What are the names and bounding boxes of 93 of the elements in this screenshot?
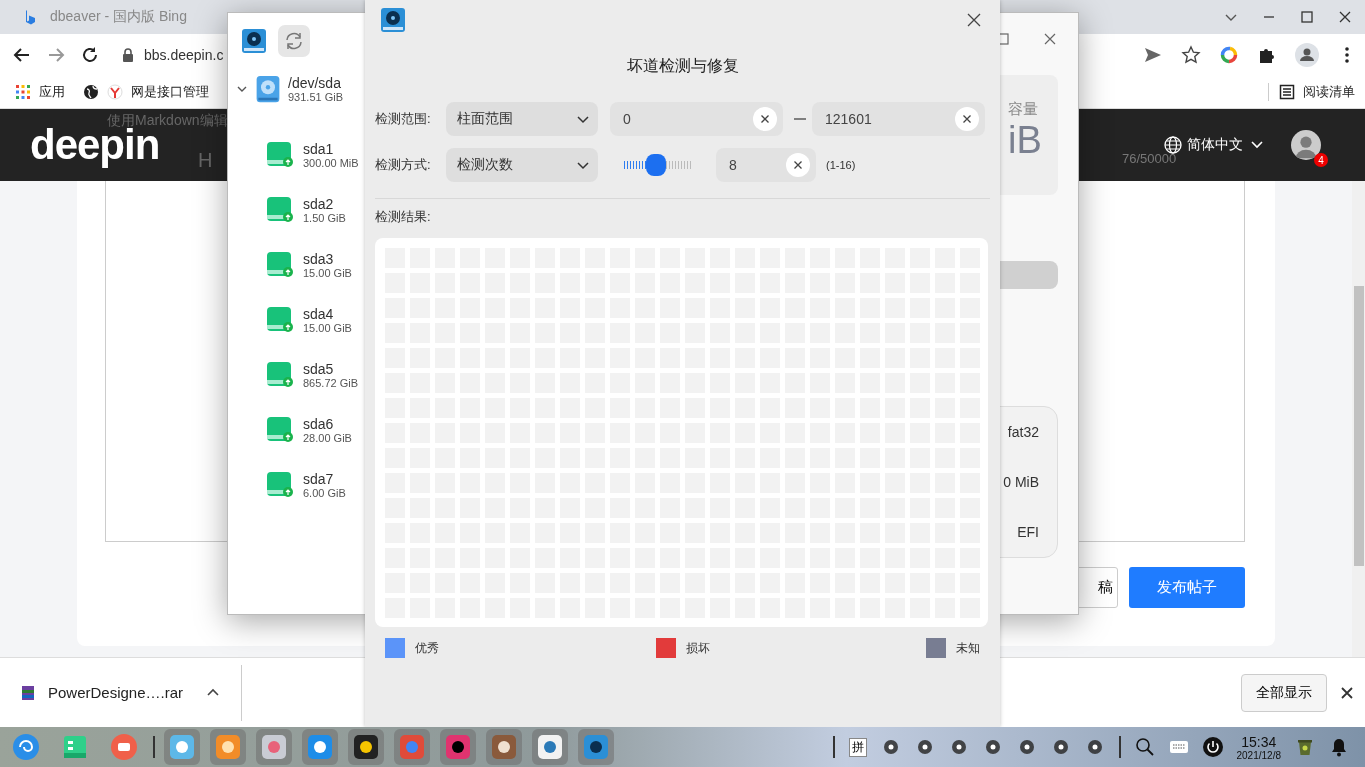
partition-name: sda6 xyxy=(303,415,335,432)
disk-item[interactable]: /dev/sda 931.51 GiB xyxy=(228,69,366,109)
partition-item[interactable]: sda2 1.50 GiB xyxy=(228,182,366,237)
bell-icon[interactable] xyxy=(1329,737,1349,757)
list-icon[interactable] xyxy=(1279,83,1295,100)
lock-icon xyxy=(120,46,136,63)
capacity-value: iB xyxy=(1008,119,1042,162)
legend-label: 未知 xyxy=(956,639,980,657)
info-value: 0 MiB xyxy=(1003,473,1040,492)
y-logo-icon xyxy=(107,83,123,100)
partition-name: sda7 xyxy=(303,470,335,487)
legend-label: 损坏 xyxy=(685,639,710,657)
slider-handle[interactable] xyxy=(645,154,666,176)
capacity-label: 容量 xyxy=(1008,100,1038,119)
refresh-button[interactable] xyxy=(278,25,310,57)
download-file-name[interactable]: PowerDesigne….rar xyxy=(48,684,184,701)
partition-name: sda1 xyxy=(303,140,335,157)
drive-icon xyxy=(266,415,294,444)
character-count: 76/50000 xyxy=(1122,151,1177,166)
close-icon[interactable] xyxy=(1339,684,1355,701)
language-selector[interactable]: 简体中文 xyxy=(1187,136,1243,154)
partition-name: sda4 xyxy=(303,305,335,322)
drive-icon xyxy=(266,195,294,224)
close-icon[interactable] xyxy=(1042,31,1058,47)
result-label: 检测结果: xyxy=(375,208,432,226)
reading-list-link[interactable]: 阅读清单 xyxy=(1303,82,1355,101)
record-icon[interactable] xyxy=(110,733,138,761)
maximize-icon[interactable] xyxy=(1299,9,1315,25)
archive-file-icon xyxy=(20,684,36,701)
trash-bin-icon[interactable] xyxy=(1295,737,1315,757)
editor-hint: 使用Markdown编辑 xyxy=(107,112,228,128)
clock-date[interactable]: 2021/12/8 xyxy=(1236,749,1281,761)
profile-icon[interactable] xyxy=(1295,42,1319,67)
partition-size: 15.00 GiB xyxy=(303,266,352,279)
close-icon[interactable] xyxy=(966,12,982,28)
close-icon[interactable] xyxy=(1337,9,1353,25)
range-end-field[interactable]: 121601 xyxy=(812,102,985,136)
ring-icon[interactable] xyxy=(1219,44,1239,65)
partition-item[interactable]: sda3 15.00 GiB xyxy=(228,237,366,292)
drive-icon xyxy=(266,470,294,499)
partition-item[interactable]: sda7 6.00 GiB xyxy=(228,457,366,512)
field-label: 检测方式: xyxy=(375,156,432,174)
range-dash-icon xyxy=(794,117,806,121)
save-draft-button[interactable]: 稿 xyxy=(1076,567,1118,608)
drive-icon xyxy=(266,360,294,389)
address-bar-text[interactable]: bbs.deepin.c xyxy=(144,46,224,63)
times-field[interactable]: 8 xyxy=(716,148,816,182)
publish-button[interactable]: 发布帖子 xyxy=(1129,567,1245,608)
disk-name: /dev/sda xyxy=(288,75,342,91)
bookmark-link[interactable]: 应用 xyxy=(39,82,65,101)
drive-icon xyxy=(266,140,294,169)
partition-size: 300.00 MiB xyxy=(303,156,359,169)
apps-grid-icon[interactable] xyxy=(15,83,31,100)
drive-icon xyxy=(266,250,294,279)
notification-badge: 4 xyxy=(1314,153,1328,167)
globe-icon xyxy=(1163,135,1183,155)
method-dropdown[interactable]: 检测次数 xyxy=(446,148,598,182)
bookmark-link[interactable]: 网是接口管理 xyxy=(131,82,209,101)
launcher-icon[interactable] xyxy=(12,733,40,761)
file-manager-icon[interactable] xyxy=(61,733,89,761)
range-start-field[interactable]: 0 xyxy=(610,102,783,136)
globe-icon[interactable] xyxy=(83,83,99,100)
partition-size: 865.72 GiB xyxy=(303,376,359,389)
show-all-button[interactable]: 全部显示 xyxy=(1241,673,1327,712)
power-icon[interactable] xyxy=(1202,737,1223,757)
clear-button[interactable] xyxy=(786,153,810,177)
partition-name: sda3 xyxy=(303,250,335,267)
info-value: fat32 xyxy=(1007,423,1040,442)
scrollbar[interactable] xyxy=(1352,181,1365,657)
partition-name: sda5 xyxy=(303,360,335,377)
partition-size: 15.00 GiB xyxy=(303,321,352,334)
drive-icon xyxy=(266,305,294,334)
info-value: EFI xyxy=(1017,523,1040,542)
clear-button[interactable] xyxy=(753,107,777,131)
field-label: 检测范围: xyxy=(375,110,432,128)
partition-size: 6.00 GiB xyxy=(303,486,346,499)
legend-label: 优秀 xyxy=(415,639,439,657)
partition-item[interactable]: sda1 300.00 MiB xyxy=(228,127,366,182)
clock-time[interactable]: 15:34 xyxy=(1241,733,1277,750)
disk-size: 931.51 GiB xyxy=(288,91,344,103)
dialog-title: 坏道检测与修复 xyxy=(625,56,740,76)
partition-item[interactable]: sda4 15.00 GiB xyxy=(228,292,366,347)
partition-name: sda2 xyxy=(303,195,335,212)
range-mode-dropdown[interactable]: 柱面范围 xyxy=(446,102,598,136)
star-icon[interactable] xyxy=(1181,44,1201,65)
partition-size: 1.50 GiB xyxy=(303,211,346,224)
partition-item[interactable]: sda5 865.72 GiB xyxy=(228,347,366,402)
partition-item[interactable]: sda6 28.00 GiB xyxy=(228,402,366,457)
range-hint: (1-16) xyxy=(826,159,856,171)
partition-size: 28.00 GiB xyxy=(303,431,352,444)
clear-button[interactable] xyxy=(955,107,979,131)
search-icon[interactable] xyxy=(1134,737,1155,757)
input-method-indicator[interactable]: 拼 xyxy=(848,737,867,757)
